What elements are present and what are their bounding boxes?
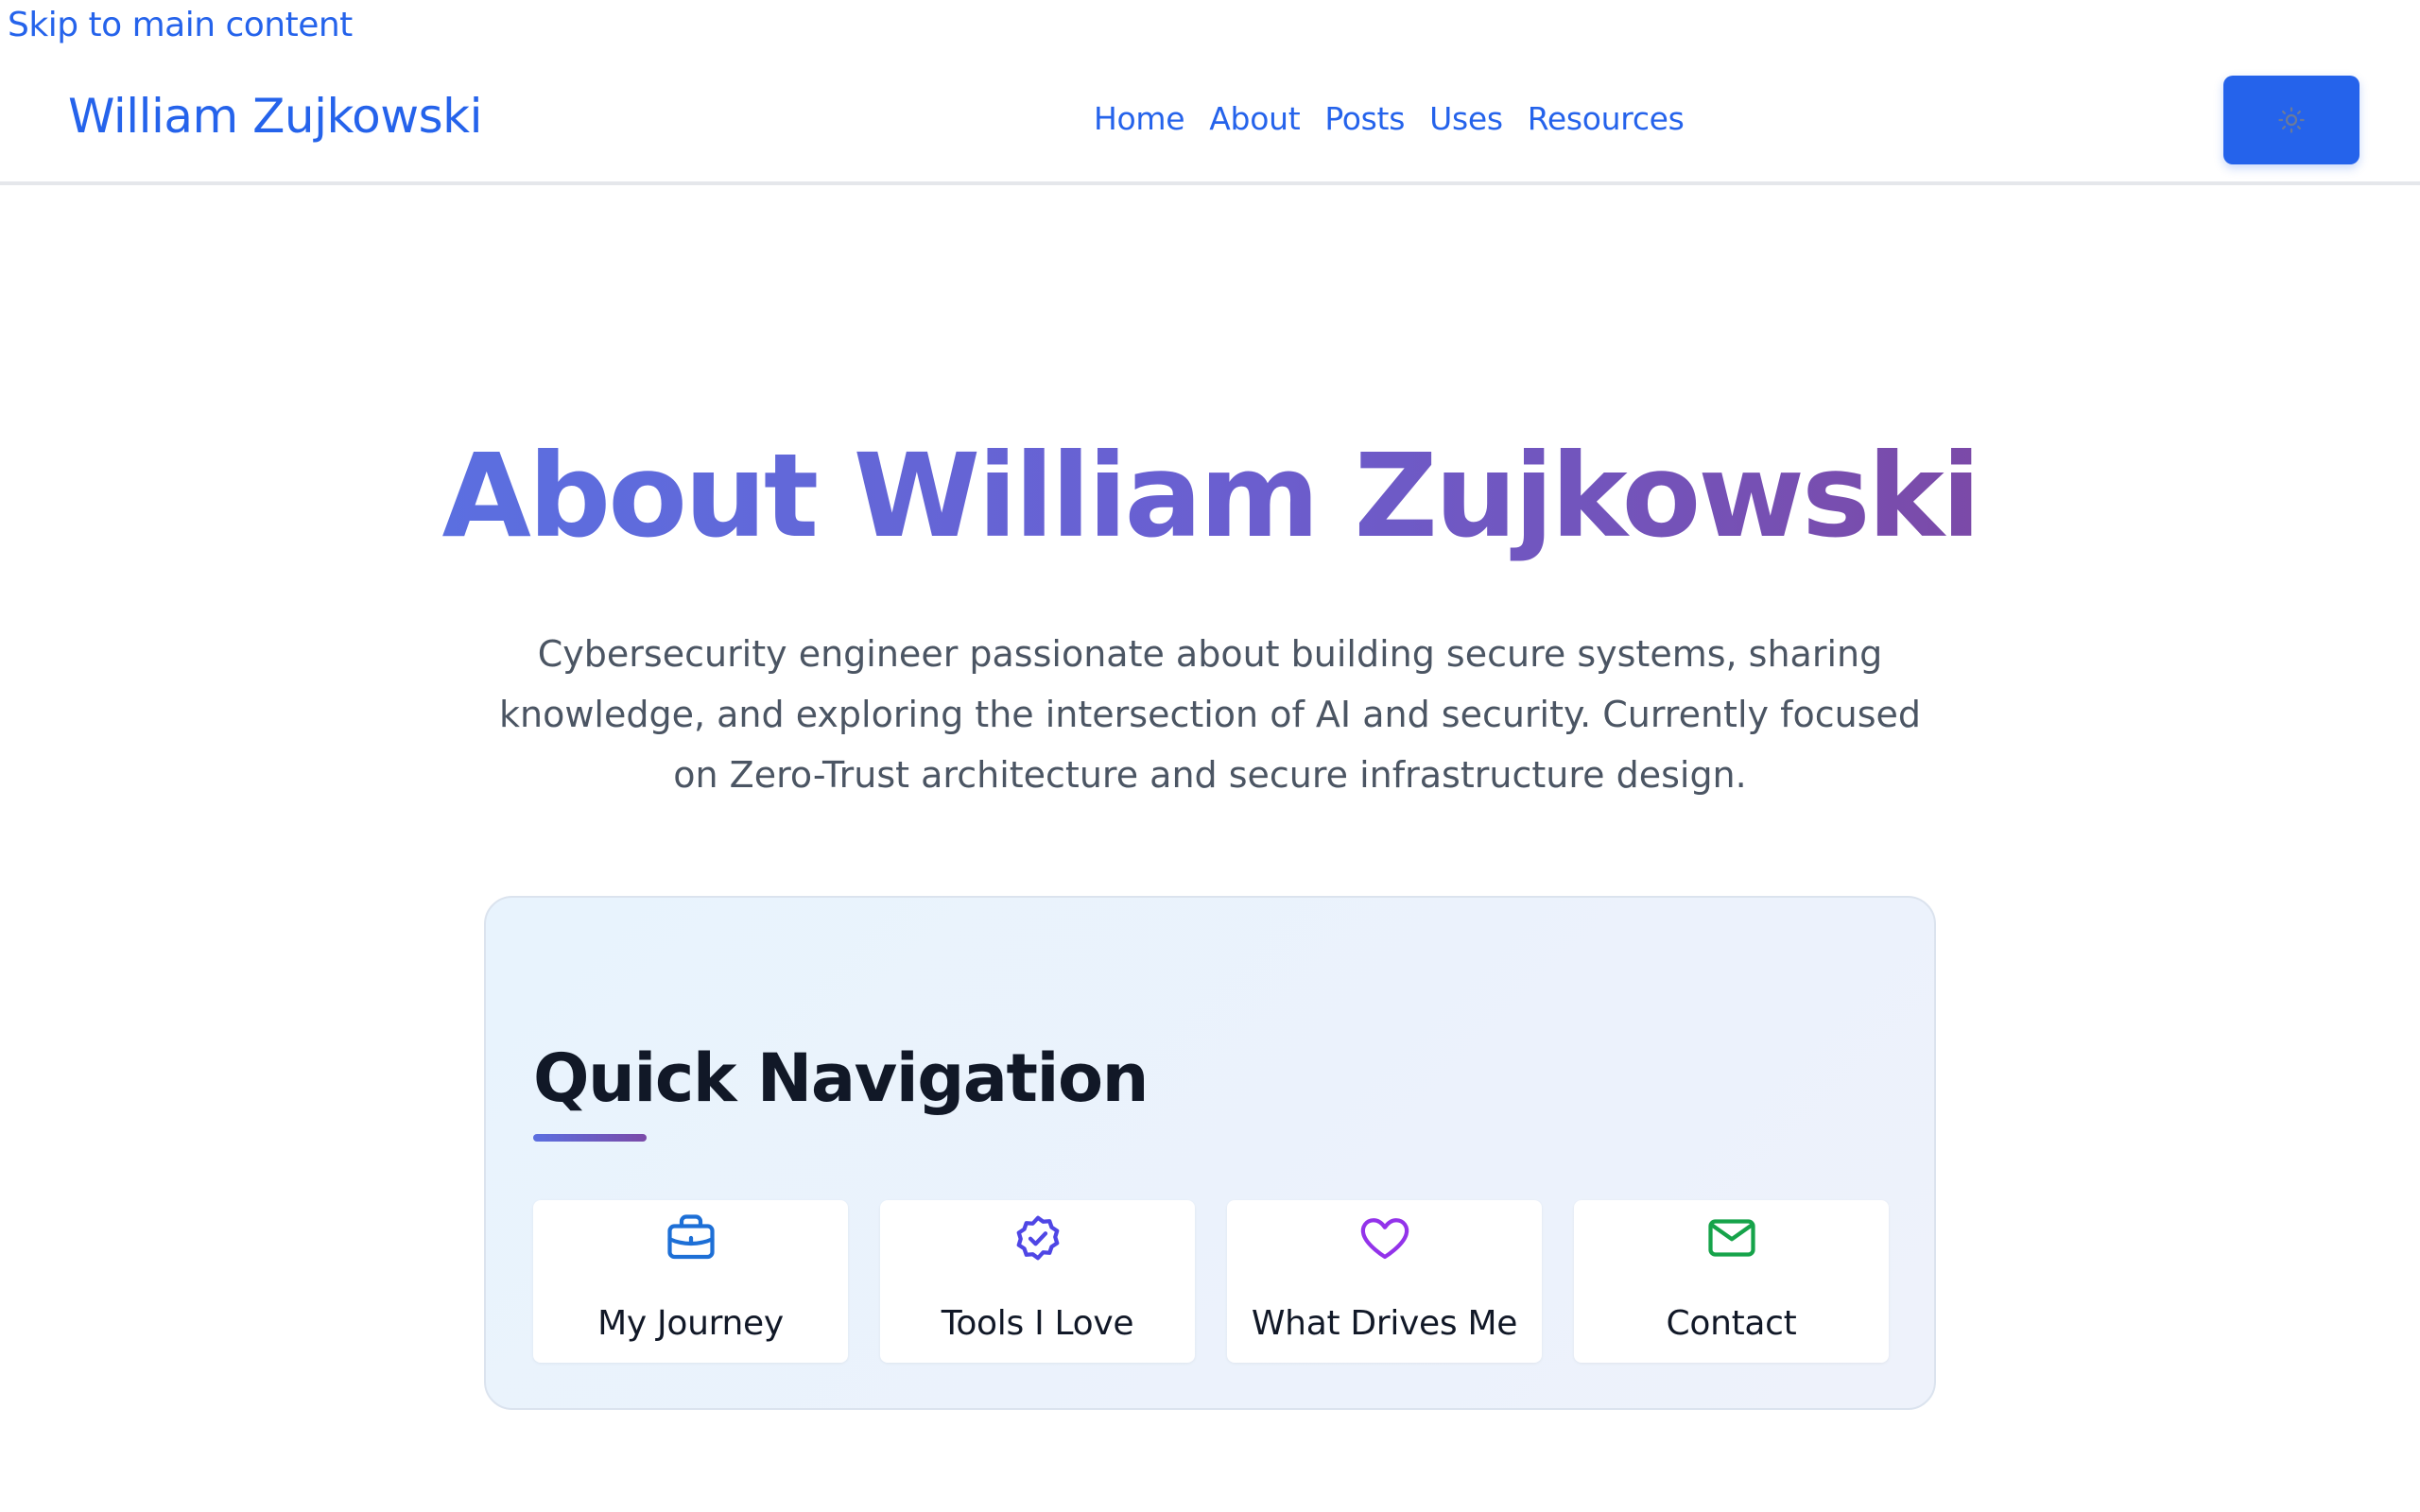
quick-navigation-heading: Quick Navigation	[533, 1040, 1149, 1117]
mail-icon	[1707, 1219, 1755, 1257]
quick-nav-label: What Drives Me	[1251, 1304, 1518, 1343]
page-title: About William Zujkowski	[441, 429, 1980, 563]
quick-nav-tools-i-love[interactable]: Tools I Love	[880, 1200, 1195, 1363]
theme-toggle-button[interactable]	[2223, 76, 2360, 164]
quick-nav-label: My Journey	[597, 1304, 784, 1343]
main-nav: Home About Posts Uses Resources	[1094, 100, 1709, 137]
heading-underline	[533, 1134, 647, 1142]
quick-navigation-items: My Journey Tools I Love What Drives Me C…	[533, 1200, 1889, 1363]
sun-icon	[2278, 107, 2305, 133]
heart-icon	[1360, 1218, 1409, 1260]
badge-check-icon	[1016, 1215, 1059, 1261]
nav-link-about[interactable]: About	[1209, 100, 1300, 137]
nav-link-home[interactable]: Home	[1094, 100, 1185, 137]
quick-navigation-card: Quick Navigation My Journey Tools I Love	[484, 896, 1936, 1410]
nav-link-resources[interactable]: Resources	[1528, 100, 1685, 137]
site-brand-link[interactable]: William Zujkowski	[68, 89, 483, 144]
quick-nav-what-drives-me[interactable]: What Drives Me	[1227, 1200, 1542, 1363]
page-subtitle: Cybersecurity engineer passionate about …	[499, 633, 1921, 796]
quick-nav-label: Tools I Love	[941, 1304, 1134, 1343]
nav-link-posts[interactable]: Posts	[1324, 100, 1405, 137]
nav-link-uses[interactable]: Uses	[1429, 100, 1503, 137]
site-header: William Zujkowski Home About Posts Uses …	[0, 0, 2420, 185]
quick-nav-label: Contact	[1666, 1304, 1797, 1343]
quick-nav-my-journey[interactable]: My Journey	[533, 1200, 848, 1363]
briefcase-icon	[666, 1214, 715, 1260]
quick-nav-contact[interactable]: Contact	[1574, 1200, 1889, 1363]
